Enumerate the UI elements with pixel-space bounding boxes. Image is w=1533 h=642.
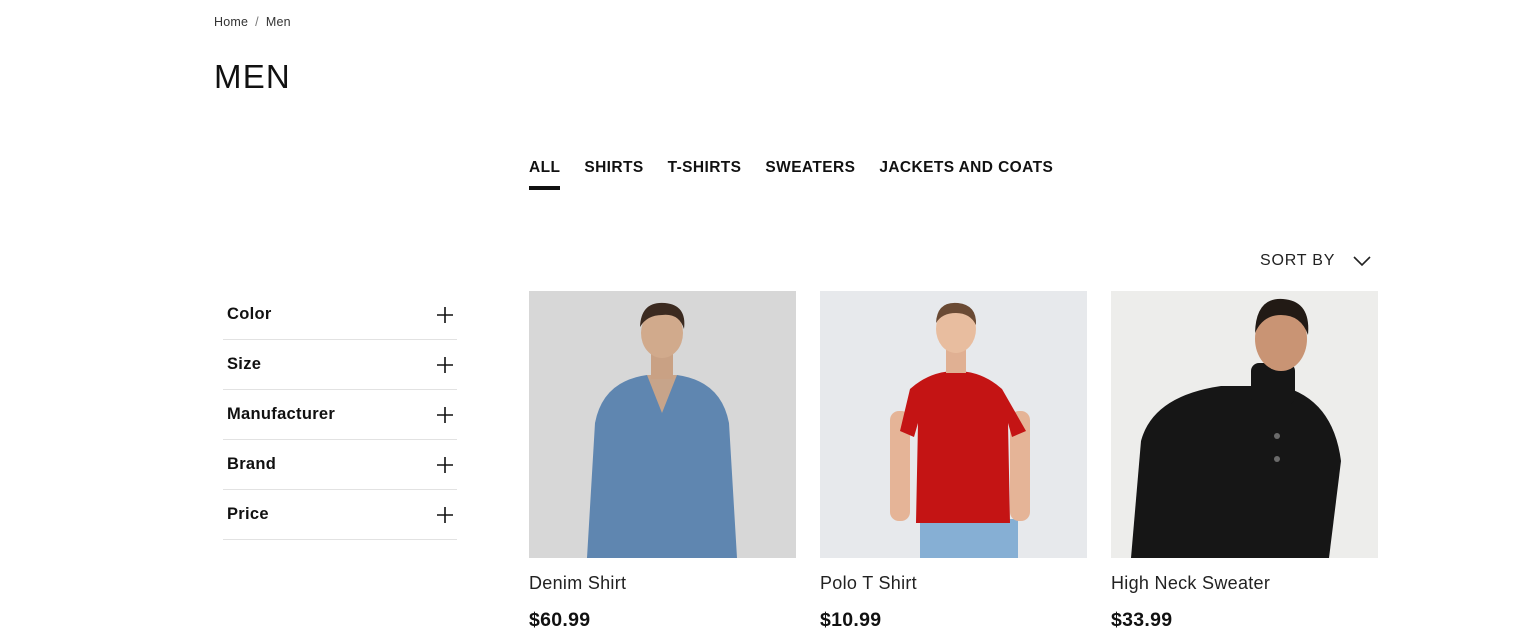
product-grid: Denim Shirt $60.99 Polo T Shirt $10.99 H…: [529, 291, 1378, 632]
plus-icon[interactable]: [437, 306, 453, 323]
tab-jackets-and-coats[interactable]: JACKETS AND COATS: [879, 159, 1053, 190]
breadcrumb-separator: /: [255, 15, 259, 29]
page-title: MEN: [214, 58, 291, 95]
product-name[interactable]: High Neck Sweater: [1111, 573, 1378, 594]
chevron-down-icon: [1353, 255, 1371, 267]
filter-size[interactable]: Size: [223, 340, 457, 390]
filter-color[interactable]: Color: [223, 290, 457, 340]
product-price: $10.99: [820, 609, 882, 631]
filter-label: Price: [227, 505, 269, 523]
filter-label: Manufacturer: [227, 405, 336, 423]
plus-icon[interactable]: [437, 356, 453, 373]
filter-price[interactable]: Price: [223, 490, 457, 540]
product-name[interactable]: Polo T Shirt: [820, 573, 1087, 594]
filter-manufacturer[interactable]: Manufacturer: [223, 390, 457, 440]
product-card[interactable]: High Neck Sweater $33.99: [1111, 291, 1378, 632]
sort-by-label: SORT BY: [1260, 252, 1336, 269]
plus-icon[interactable]: [437, 406, 453, 423]
breadcrumb-home-link[interactable]: Home: [214, 15, 248, 29]
filter-label: Size: [227, 355, 262, 373]
product-image-man-in-black-sweater[interactable]: [1111, 291, 1378, 558]
sort-by-dropdown[interactable]: SORT BY: [1260, 252, 1371, 270]
tab-sweaters[interactable]: SWEATERS: [765, 159, 855, 190]
product-card[interactable]: Denim Shirt $60.99: [529, 291, 796, 632]
product-price: $60.99: [529, 609, 591, 631]
filter-label: Color: [227, 305, 272, 323]
product-image-man-in-red-polo[interactable]: [820, 291, 1087, 558]
breadcrumb: Home / Men: [214, 15, 291, 29]
category-tabs: ALL SHIRTS T-SHIRTS SWEATERS JACKETS AND…: [529, 159, 1053, 190]
product-price: $33.99: [1111, 609, 1173, 631]
product-name[interactable]: Denim Shirt: [529, 573, 796, 594]
filter-label: Brand: [227, 455, 277, 473]
plus-icon[interactable]: [437, 506, 453, 523]
plus-icon[interactable]: [437, 456, 453, 473]
tab-shirts[interactable]: SHIRTS: [584, 159, 643, 190]
tab-all[interactable]: ALL: [529, 159, 561, 190]
filter-brand[interactable]: Brand: [223, 440, 457, 490]
product-image-man-in-denim-shirt[interactable]: [529, 291, 796, 558]
tab-t-shirts[interactable]: T-SHIRTS: [668, 159, 742, 190]
product-card[interactable]: Polo T Shirt $10.99: [820, 291, 1087, 632]
breadcrumb-current: Men: [265, 15, 291, 29]
filter-sidebar: Color Size Manufacturer Brand Price: [223, 290, 457, 540]
